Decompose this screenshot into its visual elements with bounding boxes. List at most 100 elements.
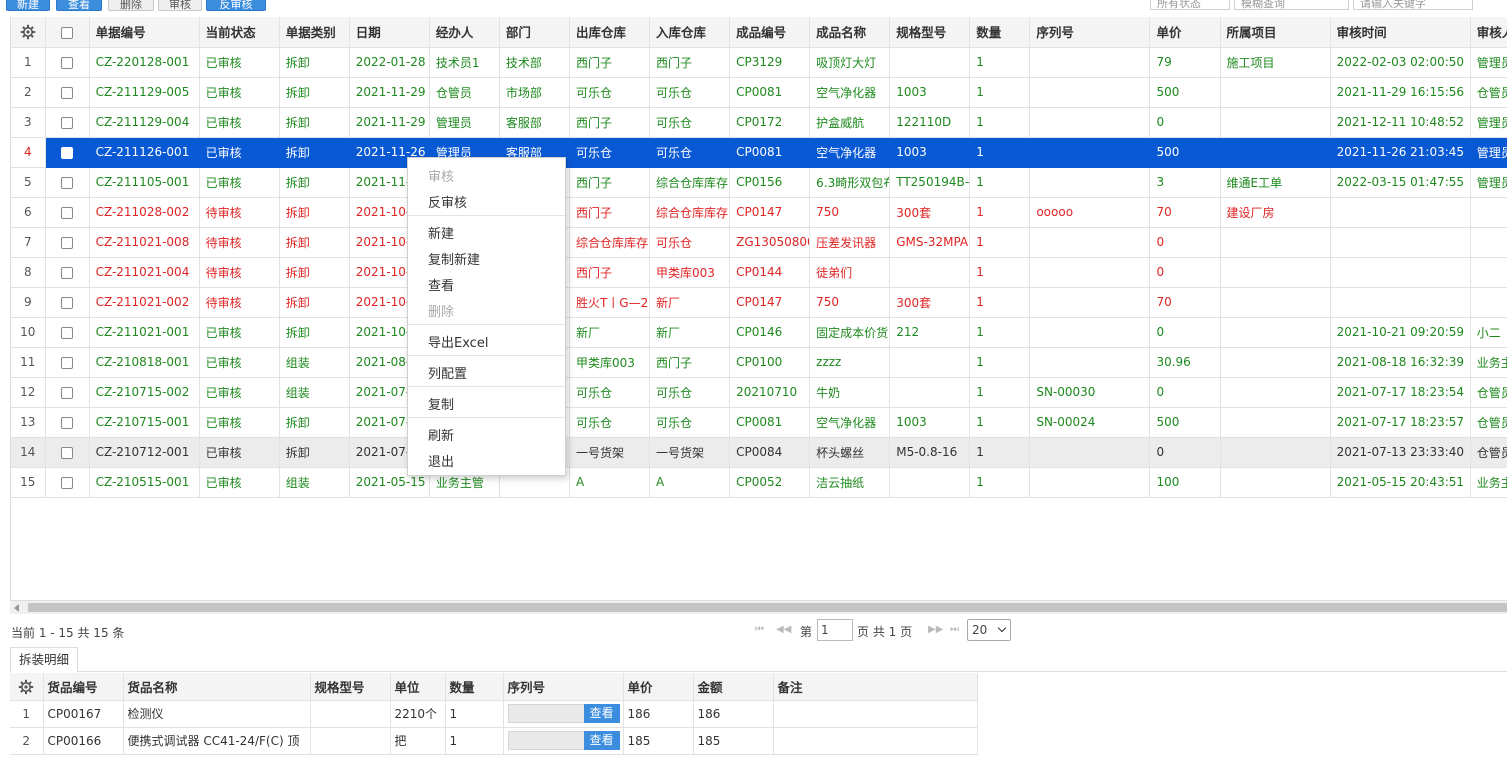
detail-cell[interactable]: 186: [623, 700, 694, 728]
table-cell[interactable]: 待审核: [199, 227, 280, 258]
table-cell[interactable]: 500: [1149, 77, 1221, 108]
table-cell[interactable]: SN-00030: [1029, 377, 1151, 408]
table-cell[interactable]: 管理员: [1470, 137, 1507, 168]
query-mode-select[interactable]: 模糊查询: [1234, 0, 1349, 10]
table-cell[interactable]: [1029, 137, 1151, 168]
table-row[interactable]: 9 CZ-211021-002 待审核 拆卸 2021-10-21 胜火T丨G—2 新厂 CP…: [11, 287, 1507, 318]
table-cell[interactable]: A: [569, 467, 651, 498]
table-cell[interactable]: 新厂: [649, 317, 731, 348]
table-cell[interactable]: 122110D: [889, 107, 971, 138]
table-cell[interactable]: 徒弟们: [809, 257, 891, 288]
row-checkbox[interactable]: [61, 296, 74, 309]
table-cell[interactable]: 1003: [889, 407, 971, 438]
table-cell[interactable]: 甲类库003: [569, 347, 651, 378]
table-cell[interactable]: CP0144: [729, 257, 811, 288]
detail-header-cell[interactable]: 备注: [773, 673, 978, 701]
table-cell[interactable]: [1029, 77, 1151, 108]
table-cell[interactable]: 0: [1149, 437, 1221, 468]
table-cell[interactable]: 建设厂房: [1220, 197, 1331, 228]
table-cell[interactable]: 1: [969, 407, 1031, 438]
table-cell[interactable]: 西门子: [649, 47, 731, 78]
page-number-input[interactable]: 1: [817, 619, 853, 641]
table-cell[interactable]: 已审核: [199, 317, 280, 348]
table-cell[interactable]: ooooo: [1029, 197, 1151, 228]
table-cell[interactable]: 综合仓库库存: [569, 227, 651, 258]
table-cell[interactable]: 拆卸: [279, 167, 350, 198]
table-cell[interactable]: CZ-211021-002: [89, 287, 200, 318]
table-row[interactable]: 11 CZ-210818-001 已审核 组装 2021-08-18 甲类库003 西门子 C…: [11, 347, 1507, 378]
table-cell[interactable]: 西门子: [569, 197, 651, 228]
row-checkbox-cell[interactable]: [45, 197, 90, 228]
table-cell[interactable]: 可乐仓: [649, 227, 731, 258]
table-cell[interactable]: 79: [1149, 47, 1221, 78]
table-cell[interactable]: 吸顶灯大灯: [809, 47, 891, 78]
row-checkbox[interactable]: [61, 86, 74, 99]
table-cell[interactable]: 750: [809, 197, 891, 228]
header-cell[interactable]: 数量: [969, 17, 1031, 48]
table-cell[interactable]: 70: [1149, 287, 1221, 318]
table-cell[interactable]: 2022-01-28: [349, 47, 430, 78]
detail-cell[interactable]: 186: [693, 700, 774, 728]
table-cell[interactable]: 1: [969, 377, 1031, 408]
table-cell[interactable]: 0: [1149, 107, 1221, 138]
table-cell[interactable]: 拆卸: [279, 197, 350, 228]
menu-item-exit[interactable]: 退出: [428, 451, 454, 470]
header-cell[interactable]: 规格型号: [889, 17, 971, 48]
row-checkbox[interactable]: [61, 56, 74, 69]
detail-header-cell[interactable]: 货品名称: [123, 673, 311, 701]
table-cell[interactable]: [1029, 437, 1151, 468]
table-cell[interactable]: 业务主管: [1470, 467, 1507, 498]
table-cell[interactable]: CP0147: [729, 287, 811, 318]
table-cell[interactable]: [1029, 227, 1151, 258]
table-row[interactable]: 15 CZ-210515-001 已审核 组装 2021-05-15 业务主管 A A CP00…: [11, 467, 1507, 498]
table-cell[interactable]: [1029, 347, 1151, 378]
table-cell[interactable]: 技术员1: [429, 47, 500, 78]
table-cell[interactable]: 小二: [1470, 317, 1507, 348]
table-cell[interactable]: 1: [969, 317, 1031, 348]
table-cell[interactable]: [889, 257, 971, 288]
row-checkbox[interactable]: [61, 146, 74, 159]
table-row[interactable]: 2 CZ-211129-005 已审核 拆卸 2021-11-29 仓管员 市场部 可乐仓 可乐…: [11, 77, 1507, 108]
table-cell[interactable]: [1220, 377, 1331, 408]
table-cell[interactable]: [889, 467, 971, 498]
table-cell[interactable]: 组装: [279, 377, 350, 408]
table-cell[interactable]: 30.96: [1149, 347, 1221, 378]
table-cell[interactable]: [1029, 317, 1151, 348]
scroll-left-arrow-icon[interactable]: [14, 604, 19, 612]
page-size-select[interactable]: 20: [967, 619, 1011, 641]
table-cell[interactable]: 牛奶: [809, 377, 891, 408]
table-cell[interactable]: 已审核: [199, 407, 280, 438]
detail-header-cell[interactable]: 单价: [623, 673, 694, 701]
table-cell[interactable]: 拆卸: [279, 137, 350, 168]
row-checkbox-cell[interactable]: [45, 377, 90, 408]
table-cell[interactable]: SN-00024: [1029, 407, 1151, 438]
table-cell[interactable]: 1: [969, 137, 1031, 168]
row-checkbox[interactable]: [61, 416, 74, 429]
table-cell[interactable]: 可乐仓: [569, 377, 651, 408]
table-cell[interactable]: 2021-11-26 21:03:45: [1330, 137, 1471, 168]
table-cell[interactable]: 1: [969, 437, 1031, 468]
delete-button[interactable]: 删除: [108, 0, 154, 11]
header-cell[interactable]: 审核时间: [1330, 17, 1471, 48]
table-cell[interactable]: 拆卸: [279, 287, 350, 318]
table-cell[interactable]: 2021-07-13 23:33:40: [1330, 437, 1471, 468]
table-cell[interactable]: CP0081: [729, 77, 811, 108]
table-cell[interactable]: CZ-210818-001: [89, 347, 200, 378]
table-cell[interactable]: 拆卸: [279, 47, 350, 78]
detail-cell[interactable]: 1: [445, 727, 504, 755]
table-cell[interactable]: 1003: [889, 137, 971, 168]
table-cell[interactable]: 拆卸: [279, 317, 350, 348]
table-cell[interactable]: 待审核: [199, 257, 280, 288]
table-cell[interactable]: [889, 47, 971, 78]
table-cell[interactable]: 待审核: [199, 287, 280, 318]
table-cell[interactable]: [1220, 227, 1331, 258]
header-cell[interactable]: 日期: [349, 17, 430, 48]
table-cell[interactable]: [1470, 227, 1507, 258]
table-row[interactable]: 4 CZ-211126-001 已审核 拆卸 2021-11-26 管理员 客服部 可乐仓 可乐…: [11, 137, 1507, 168]
table-cell[interactable]: 西门子: [649, 347, 731, 378]
table-cell[interactable]: 仓管员: [1470, 77, 1507, 108]
detail-row[interactable]: 2 CP00166 便携式调试器 CC41-24/F(C) 顶把 1 查看 185 185: [10, 727, 978, 755]
table-cell[interactable]: 已审核: [199, 107, 280, 138]
table-cell[interactable]: 0: [1149, 257, 1221, 288]
row-checkbox-cell[interactable]: [45, 257, 90, 288]
